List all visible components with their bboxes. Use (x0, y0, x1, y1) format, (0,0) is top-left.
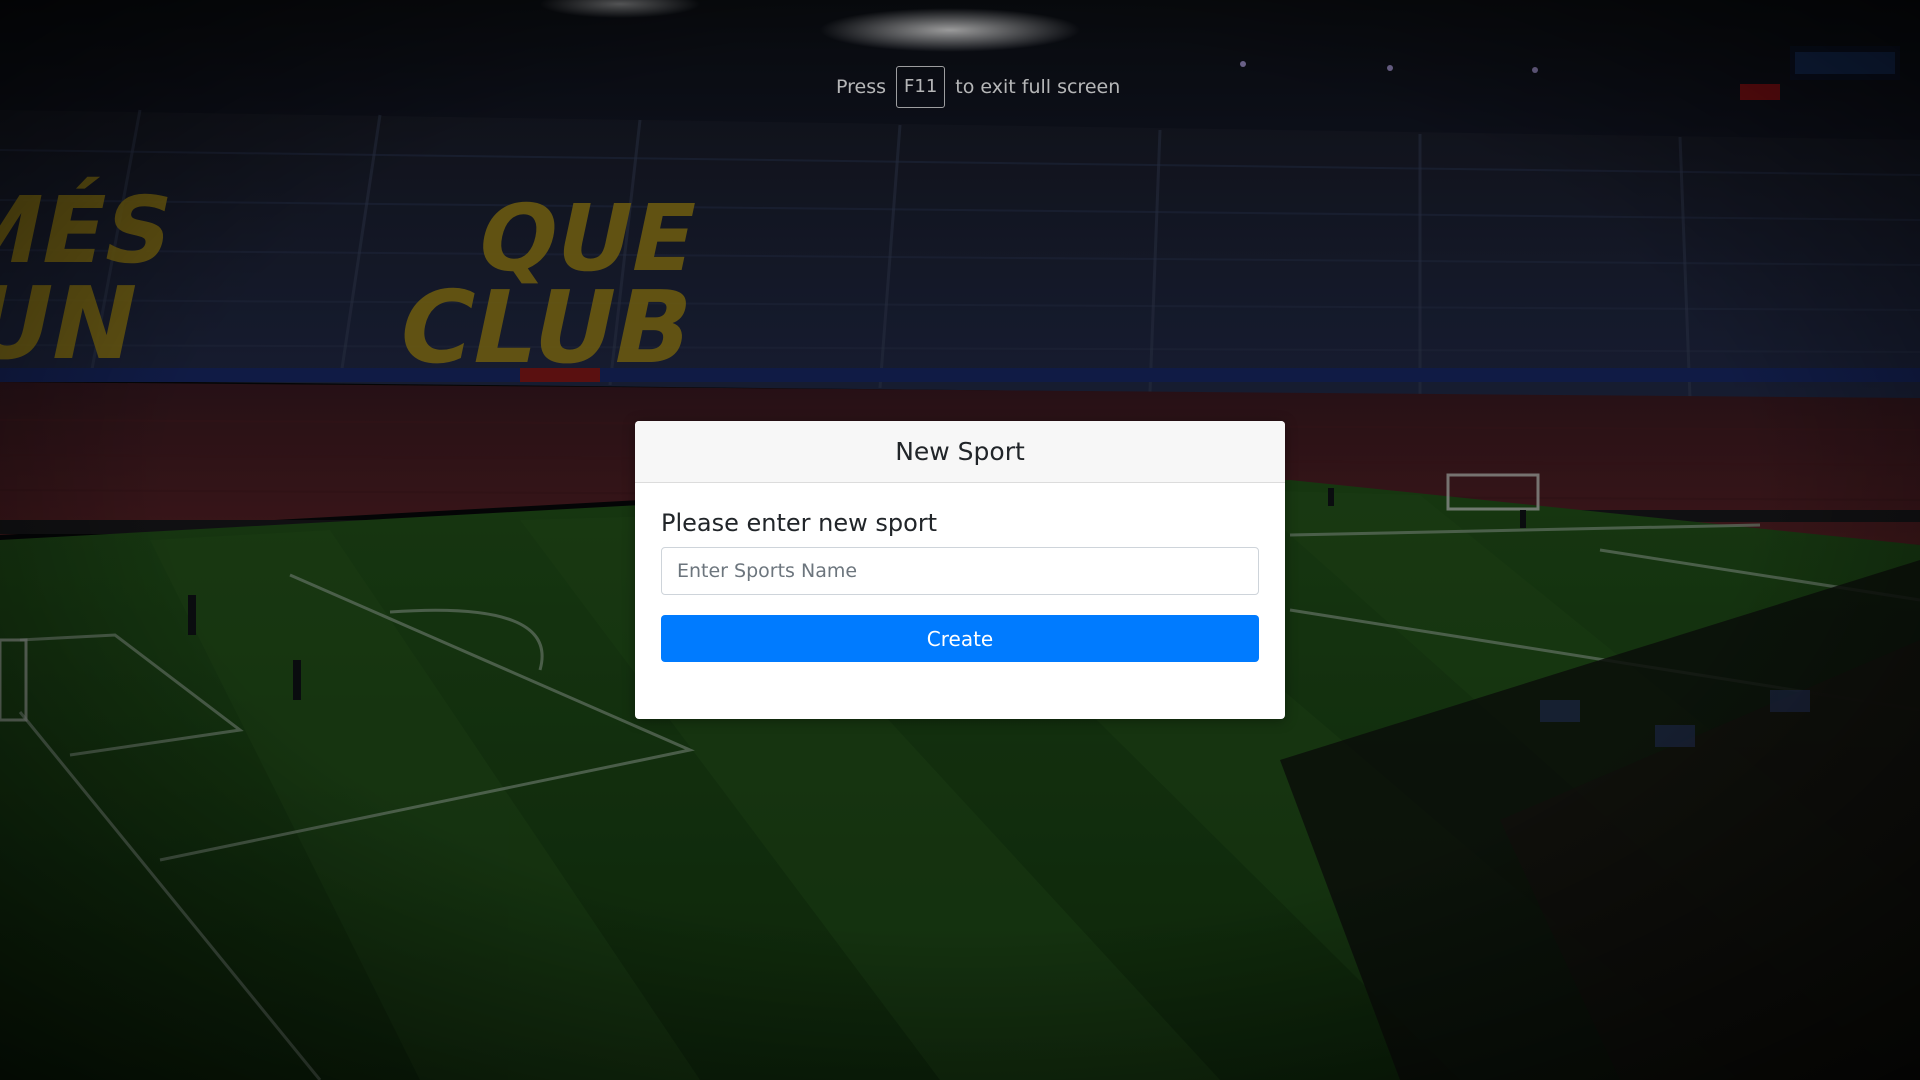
modal-body: Please enter new sport Create (635, 483, 1285, 662)
new-sport-modal: New Sport Please enter new sport Create (635, 421, 1285, 719)
create-button[interactable]: Create (661, 615, 1259, 662)
sport-name-input[interactable] (661, 547, 1259, 595)
stadium-background-page: MÉS QUE UN CLUB (0, 0, 1920, 1080)
modal-header: New Sport (635, 421, 1285, 483)
fullscreen-hint-suffix: to exit full screen (955, 76, 1121, 98)
fullscreen-hint: Press F11 to exit full screen (836, 66, 1120, 108)
f11-key-badge: F11 (896, 66, 946, 108)
sport-name-label: Please enter new sport (661, 509, 938, 537)
modal-title: New Sport (895, 437, 1025, 466)
fullscreen-hint-prefix: Press (836, 76, 887, 98)
